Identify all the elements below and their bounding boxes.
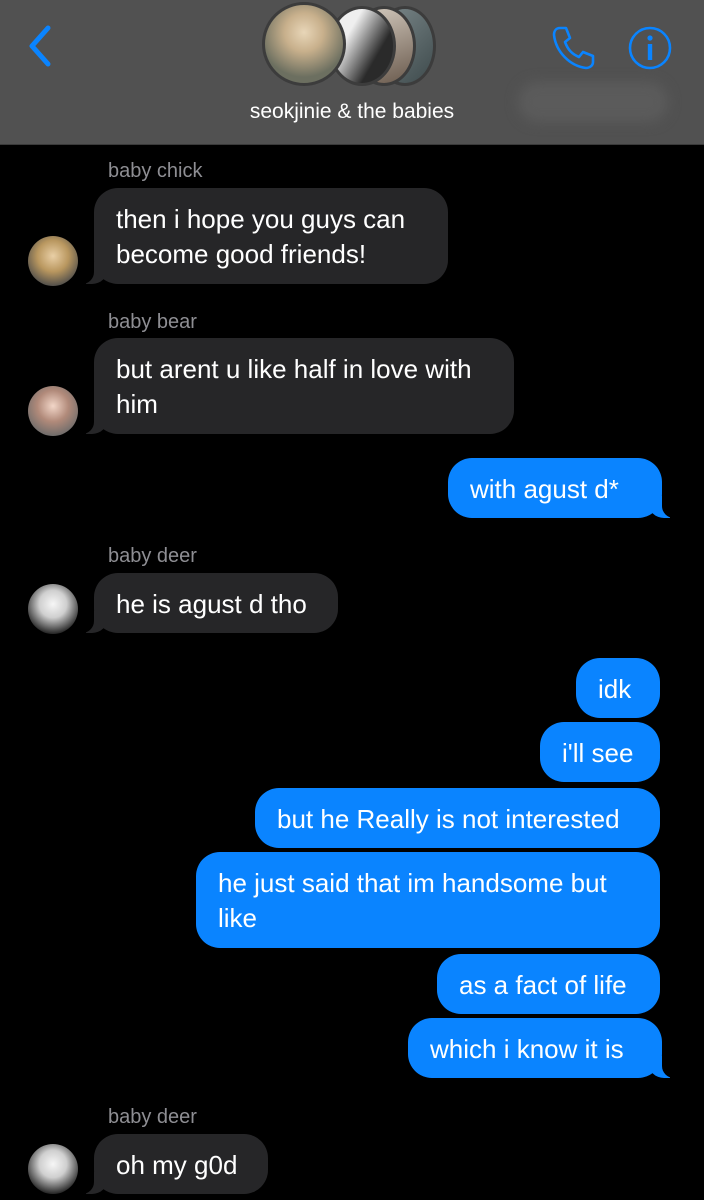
back-button[interactable] — [24, 20, 64, 72]
chevron-left-icon — [29, 25, 51, 67]
phone-icon — [552, 26, 595, 70]
info-button[interactable] — [626, 24, 674, 72]
message-bubble-sent[interactable]: as a fact of life — [437, 954, 660, 1014]
message-bubble-sent[interactable]: with agust d* — [448, 458, 678, 518]
chat-header: seokjinie & the babies — [0, 0, 704, 145]
message-bubble-received[interactable]: then i hope you guys can become good fri… — [78, 188, 448, 284]
message-bubble-sent[interactable]: which i know it is — [408, 1018, 678, 1078]
message-bubble-sent[interactable]: i'll see — [540, 722, 660, 782]
sender-name: baby deer — [108, 545, 197, 567]
message-bubble-sent[interactable]: but he Really is not interested — [255, 788, 660, 848]
group-avatar-stack[interactable] — [262, 2, 442, 86]
message-bubble-received[interactable]: oh my g0d — [78, 1134, 268, 1194]
message-bubble-sent[interactable]: idk — [576, 658, 660, 718]
avatar[interactable] — [28, 386, 78, 436]
sender-name: baby deer — [108, 1106, 197, 1128]
sender-name: baby bear — [108, 311, 197, 333]
message-bubble-received[interactable]: but arent u like half in love with him — [78, 338, 514, 434]
sender-name: baby chick — [108, 160, 203, 182]
info-icon — [628, 26, 672, 70]
blurred-region — [518, 82, 668, 122]
message-bubble-sent[interactable]: he just said that im handsome but like — [196, 852, 660, 948]
avatar[interactable] — [28, 584, 78, 634]
group-avatar-1 — [262, 2, 346, 86]
call-button[interactable] — [548, 22, 598, 72]
avatar[interactable] — [28, 1144, 78, 1194]
message-bubble-received[interactable]: he is agust d tho — [78, 573, 338, 633]
avatar[interactable] — [28, 236, 78, 286]
